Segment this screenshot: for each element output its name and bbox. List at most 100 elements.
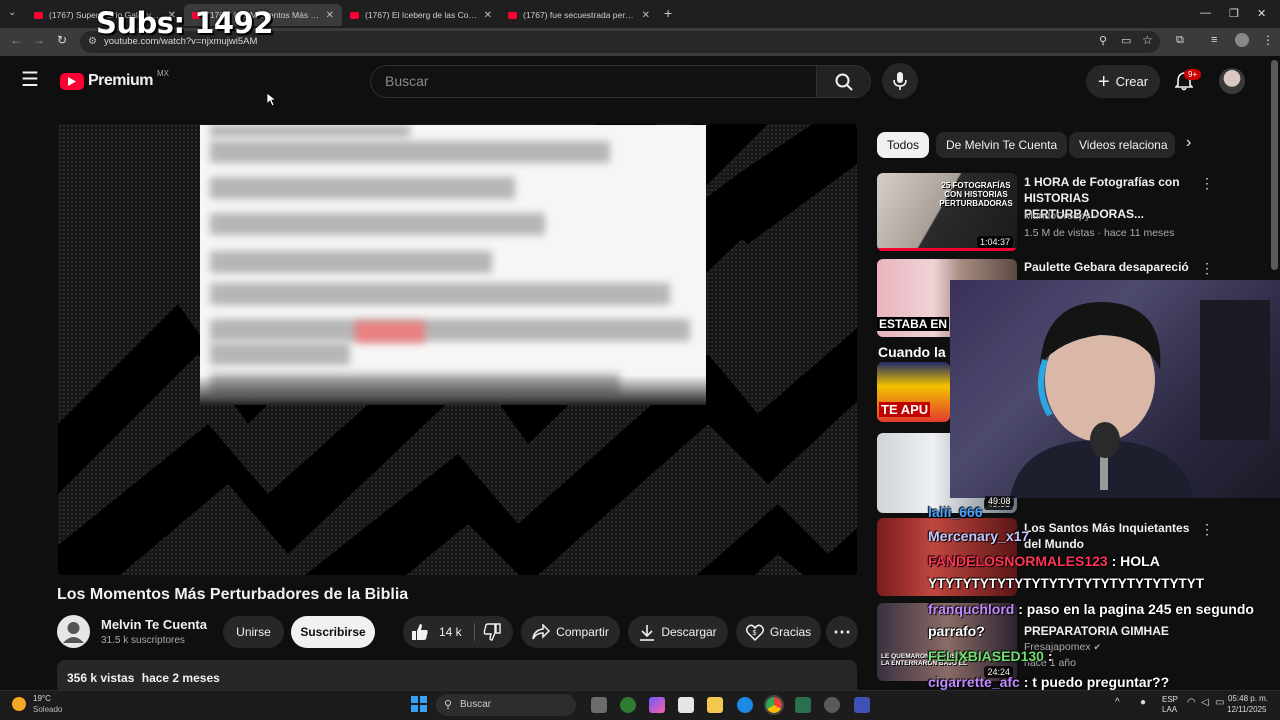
taskbar-search-box[interactable]: ⚲ Buscar: [436, 694, 576, 716]
subscribe-button[interactable]: Suscribirse: [291, 616, 375, 648]
download-button[interactable]: Descargar: [628, 616, 728, 648]
chip-todos[interactable]: Todos: [877, 132, 930, 158]
browser-menu-icon[interactable]: ⋮: [1262, 33, 1274, 47]
volume-icon[interactable]: ◁: [1201, 697, 1209, 708]
chrome-icon[interactable]: [764, 695, 784, 715]
create-button[interactable]: + Crear: [1086, 65, 1160, 98]
weather-sun-icon[interactable]: [12, 697, 26, 711]
show-hidden-icons-icon[interactable]: ^: [1115, 697, 1120, 708]
forward-icon[interactable]: →: [33, 33, 45, 47]
file-explorer-icon[interactable]: [707, 697, 723, 713]
upload-date: hace 2 meses: [141, 671, 220, 685]
download-icon: [640, 624, 655, 641]
keyboard-layout: LAA: [1162, 705, 1178, 714]
search-button[interactable]: [816, 65, 871, 98]
windows-start-icon[interactable]: [411, 696, 427, 712]
profile-icon[interactable]: [1235, 33, 1249, 47]
close-tab-icon[interactable]: ✕: [642, 10, 650, 21]
restore-icon[interactable]: ❐: [1229, 7, 1239, 20]
account-avatar[interactable]: [1219, 68, 1245, 94]
chat-message: lalii_666: [928, 504, 983, 520]
microphone-tray-icon[interactable]: ●: [1140, 697, 1146, 708]
hamburger-menu-icon[interactable]: ☰: [21, 70, 39, 90]
wifi-icon[interactable]: ◠: [1187, 697, 1196, 708]
obs-icon[interactable]: [824, 697, 840, 713]
recommendation-title[interactable]: PREPARATORIA GIMHAE: [1024, 623, 1194, 639]
recommendation-menu-icon[interactable]: ⋮: [1200, 521, 1214, 538]
bookmark-star-icon[interactable]: ☆: [1142, 33, 1153, 47]
back-icon[interactable]: ←: [10, 33, 22, 47]
minimize-icon[interactable]: —: [1200, 7, 1211, 19]
recommendation-title[interactable]: Los Santos Más Inquietantes del Mundo: [1024, 520, 1194, 552]
close-tab-icon[interactable]: ✕: [326, 10, 334, 21]
copilot-icon[interactable]: [649, 697, 665, 713]
zoom-icon[interactable]: ⚲: [1099, 34, 1107, 47]
terminal-icon[interactable]: [795, 697, 811, 713]
chat-message: FELIXBIASED130 :: [928, 648, 1053, 664]
page-scrollbar[interactable]: [1271, 60, 1278, 270]
discord-icon[interactable]: [854, 697, 870, 713]
store-icon[interactable]: [678, 697, 694, 713]
thumbs-down-icon[interactable]: [483, 623, 501, 641]
youtube-premium-logo[interactable]: Premium MX: [60, 69, 169, 90]
reload-icon[interactable]: ↻: [57, 33, 67, 47]
more-horizontal-icon: ⋯: [833, 621, 851, 642]
mouse-cursor-icon: [267, 93, 277, 107]
recommendation-menu-icon[interactable]: ⋮: [1200, 175, 1214, 192]
search-icon: ⚲: [444, 699, 453, 711]
watch-progress-bar: [877, 248, 1017, 251]
channel-subscriber-count: 31.5 k suscriptores: [101, 635, 185, 646]
share-button[interactable]: Compartir: [521, 616, 620, 648]
thumbs-up-icon[interactable]: [411, 623, 429, 641]
view-count: 356 k vistas: [67, 671, 135, 685]
youtube-play-logo-icon: [60, 72, 84, 90]
chip-related[interactable]: Videos relaciona: [1069, 132, 1175, 158]
like-count[interactable]: 14 k: [439, 625, 462, 639]
close-tab-icon[interactable]: ✕: [484, 10, 492, 21]
chat-message: Mercenary_x17: [928, 528, 1029, 544]
weather-description: Soleado: [33, 705, 63, 714]
chip-channel[interactable]: De Melvin Te Cuenta: [936, 132, 1068, 158]
search-icon: [835, 73, 853, 91]
search-input[interactable]: Buscar: [370, 65, 817, 98]
cast-icon[interactable]: ▭: [1121, 34, 1131, 47]
voice-search-button[interactable]: [882, 63, 918, 99]
channel-name[interactable]: Melvin Te Cuenta: [101, 617, 207, 632]
keyboard-language[interactable]: ESP: [1162, 695, 1178, 704]
xbox-icon[interactable]: [620, 697, 636, 713]
tab-3[interactable]: (1767) El Iceberg de las Cosas... ✕: [342, 4, 500, 26]
media-icon[interactable]: ≡: [1211, 34, 1217, 46]
share-icon: [532, 624, 551, 640]
subs-counter-overlay: Subs: 1492: [96, 6, 273, 40]
close-window-icon[interactable]: ✕: [1257, 7, 1266, 20]
join-button[interactable]: Unirse: [223, 616, 284, 648]
tab-search-icon[interactable]: ⌄: [8, 7, 16, 18]
recommendation-title[interactable]: Paulette Gebara desapareció: [1024, 259, 1194, 275]
channel-avatar[interactable]: [57, 615, 90, 648]
chevron-right-icon[interactable]: ›: [1186, 134, 1191, 152]
clock-time[interactable]: 05:48 p. m.: [1228, 694, 1268, 703]
more-actions-button[interactable]: ⋯: [826, 616, 858, 648]
recommendation-thumbnail[interactable]: TE APU: [877, 362, 950, 422]
chat-username: lalii_666: [928, 504, 983, 520]
edge-browser-icon[interactable]: [737, 697, 753, 713]
chat-text: : paso en la pagina 245 en segundo: [1014, 601, 1254, 617]
divider: [474, 623, 475, 641]
thanks-button[interactable]: $ Gracias: [736, 616, 821, 648]
chat-username: FANDELOSNORMALES123: [928, 553, 1108, 569]
recommendation-meta: 1.5 M de vistas · hace 11 meses: [1024, 227, 1175, 239]
chat-username: franquchlord: [928, 601, 1015, 617]
chat-username: cigarrette_afc: [928, 674, 1020, 690]
weather-temperature[interactable]: 19°C: [33, 694, 51, 703]
blurred-document: [200, 125, 706, 405]
chat-message: franquchlord : paso en la pagina 245 en …: [928, 601, 1254, 617]
recommendation-menu-icon[interactable]: ⋮: [1200, 260, 1214, 277]
battery-icon[interactable]: ▭: [1215, 697, 1224, 708]
recommendation-thumbnail[interactable]: 25 FOTOGRAFÍAS CON HISTORIAS PERTURBADOR…: [877, 173, 1017, 251]
task-view-icon[interactable]: [591, 697, 607, 713]
chat-message: parrafo?: [928, 623, 985, 639]
recommendation-channel[interactable]: MundoCreepy ✔: [1024, 210, 1100, 222]
new-tab-icon[interactable]: +: [664, 5, 672, 21]
tab-4[interactable]: (1767) fue secuestrada pero la... ✕: [500, 4, 658, 26]
extensions-icon[interactable]: ⧉: [1176, 34, 1184, 47]
